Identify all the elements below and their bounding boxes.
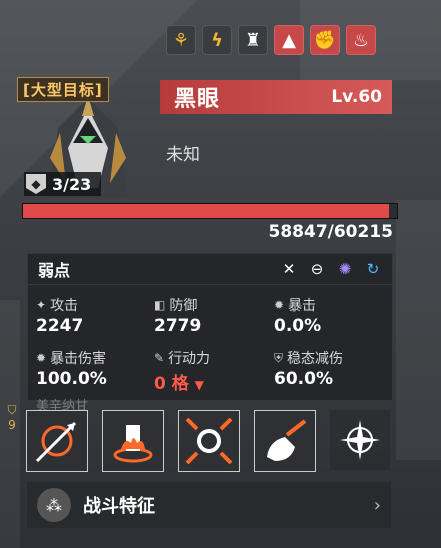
weakness-label: 弱点: [38, 261, 71, 280]
stats-grid: ✦ 攻击 2247 ◧ 防御 2779 ✹ 暴击 0.0% ✹ 暴击伤害 100.0% …: [28, 285, 392, 400]
skills-row: [26, 410, 390, 472]
fist-debuff-icon[interactable]: ✊: [310, 25, 340, 55]
cross-slash-icon: ✕: [282, 260, 296, 278]
weakness-icons: ✕ ⊖ ✺ ↻: [280, 260, 382, 278]
stat-value: 0 格 ▼: [154, 374, 204, 394]
stat-value: 0.0%: [274, 316, 322, 336]
hp-text: 58847/60215: [268, 222, 394, 242]
enemy-stats-panel: 弱点 ✕ ⊖ ✺ ↻ ✦ 攻击 2247 ◧ 防御 2779 ✹ 暴击 0.0% ✹ 暴…: [27, 253, 393, 401]
features-icon: ⁂: [37, 488, 71, 522]
stat-label: 暴击伤害: [50, 351, 107, 367]
stat-value: 60.0%: [274, 369, 333, 389]
boot-debuff-icon[interactable]: ▲: [274, 25, 304, 55]
unit-count-badge: ◆ 3/23: [24, 172, 102, 196]
side-marker: ⛉ 9: [3, 403, 21, 432]
stat-label: 防御: [169, 298, 198, 314]
action-icon: ✎: [154, 351, 165, 365]
stat-crit-damage: ✹ 暴击伤害 100.0%: [36, 348, 154, 394]
hp-bar: [22, 203, 398, 219]
compass-star-icon: [340, 420, 380, 460]
enemy-level: Lv.60: [331, 87, 382, 107]
fire-debuff-icon[interactable]: ♨: [346, 25, 376, 55]
status-effects-row: ⚘ ϟ ♜ ▲ ✊ ♨: [166, 25, 376, 55]
enemy-name-banner: 黑眼 Lv.60: [160, 80, 392, 114]
side-marker-value: 9: [8, 418, 16, 432]
chevron-right-icon: ›: [373, 494, 381, 516]
stat-label: 稳态减伤: [287, 351, 344, 367]
stability-icon: ⛨: [274, 350, 284, 365]
stat-crit: ✹ 暴击 0.0%: [274, 295, 394, 336]
weakness-row[interactable]: 弱点 ✕ ⊖ ✺ ↻: [28, 254, 392, 285]
battle-features-button[interactable]: ⁂ 战斗特征 ›: [27, 482, 391, 528]
down-arrow-icon: ▼: [194, 378, 204, 392]
crit-dmg-icon: ✹: [36, 351, 47, 365]
burst-core-icon: [185, 417, 233, 465]
skill-burst-core[interactable]: [178, 410, 240, 472]
hp-bar-fill: [23, 204, 389, 218]
target-type-tag: [大型目标]: [17, 77, 109, 102]
stat-value: 2779: [154, 316, 202, 336]
skill-flame-armor[interactable]: [102, 410, 164, 472]
target-crosshair-icon: ⊖: [310, 260, 324, 278]
side-shield-icon: ⛉: [7, 403, 17, 417]
enemy-name: 黑眼: [174, 87, 221, 112]
spear-strike-icon: [35, 421, 77, 463]
flame-armor-icon: [113, 425, 153, 463]
stat-stability: ⛨ 稳态减伤 60.0%: [274, 348, 394, 394]
unit-count: 3/23: [52, 174, 92, 194]
shield-icon: ◆: [26, 174, 46, 194]
battle-features-label: 战斗特征: [83, 496, 155, 517]
stat-label: 攻击: [50, 298, 79, 314]
skill-drill[interactable]: [254, 410, 316, 472]
lightning-buff-icon[interactable]: ϟ: [202, 25, 232, 55]
wheat-buff-icon[interactable]: ⚘: [166, 25, 196, 55]
stat-label: 暴击: [288, 298, 317, 314]
stat-label: 行动力: [168, 351, 211, 367]
stat-value: 100.0%: [36, 369, 107, 389]
robot-buff-icon[interactable]: ♜: [238, 25, 268, 55]
stat-value: 2247: [36, 316, 84, 336]
stat-attack: ✦ 攻击 2247: [36, 295, 154, 336]
skill-spear-strike[interactable]: [26, 410, 88, 472]
stat-action: ✎ 行动力 0 格 ▼: [154, 348, 274, 394]
skill-compass-star[interactable]: [330, 410, 390, 470]
shield-icon: ◧: [154, 298, 166, 312]
purple-orb-icon: ✺: [338, 260, 352, 278]
enemy-faction: 未知: [166, 145, 200, 165]
attack-icon: ✦: [36, 298, 47, 312]
blue-swirl-icon: ↻: [366, 260, 380, 278]
drill-icon: [267, 419, 307, 461]
stat-defense: ◧ 防御 2779: [154, 295, 274, 336]
crit-icon: ✹: [274, 298, 285, 312]
